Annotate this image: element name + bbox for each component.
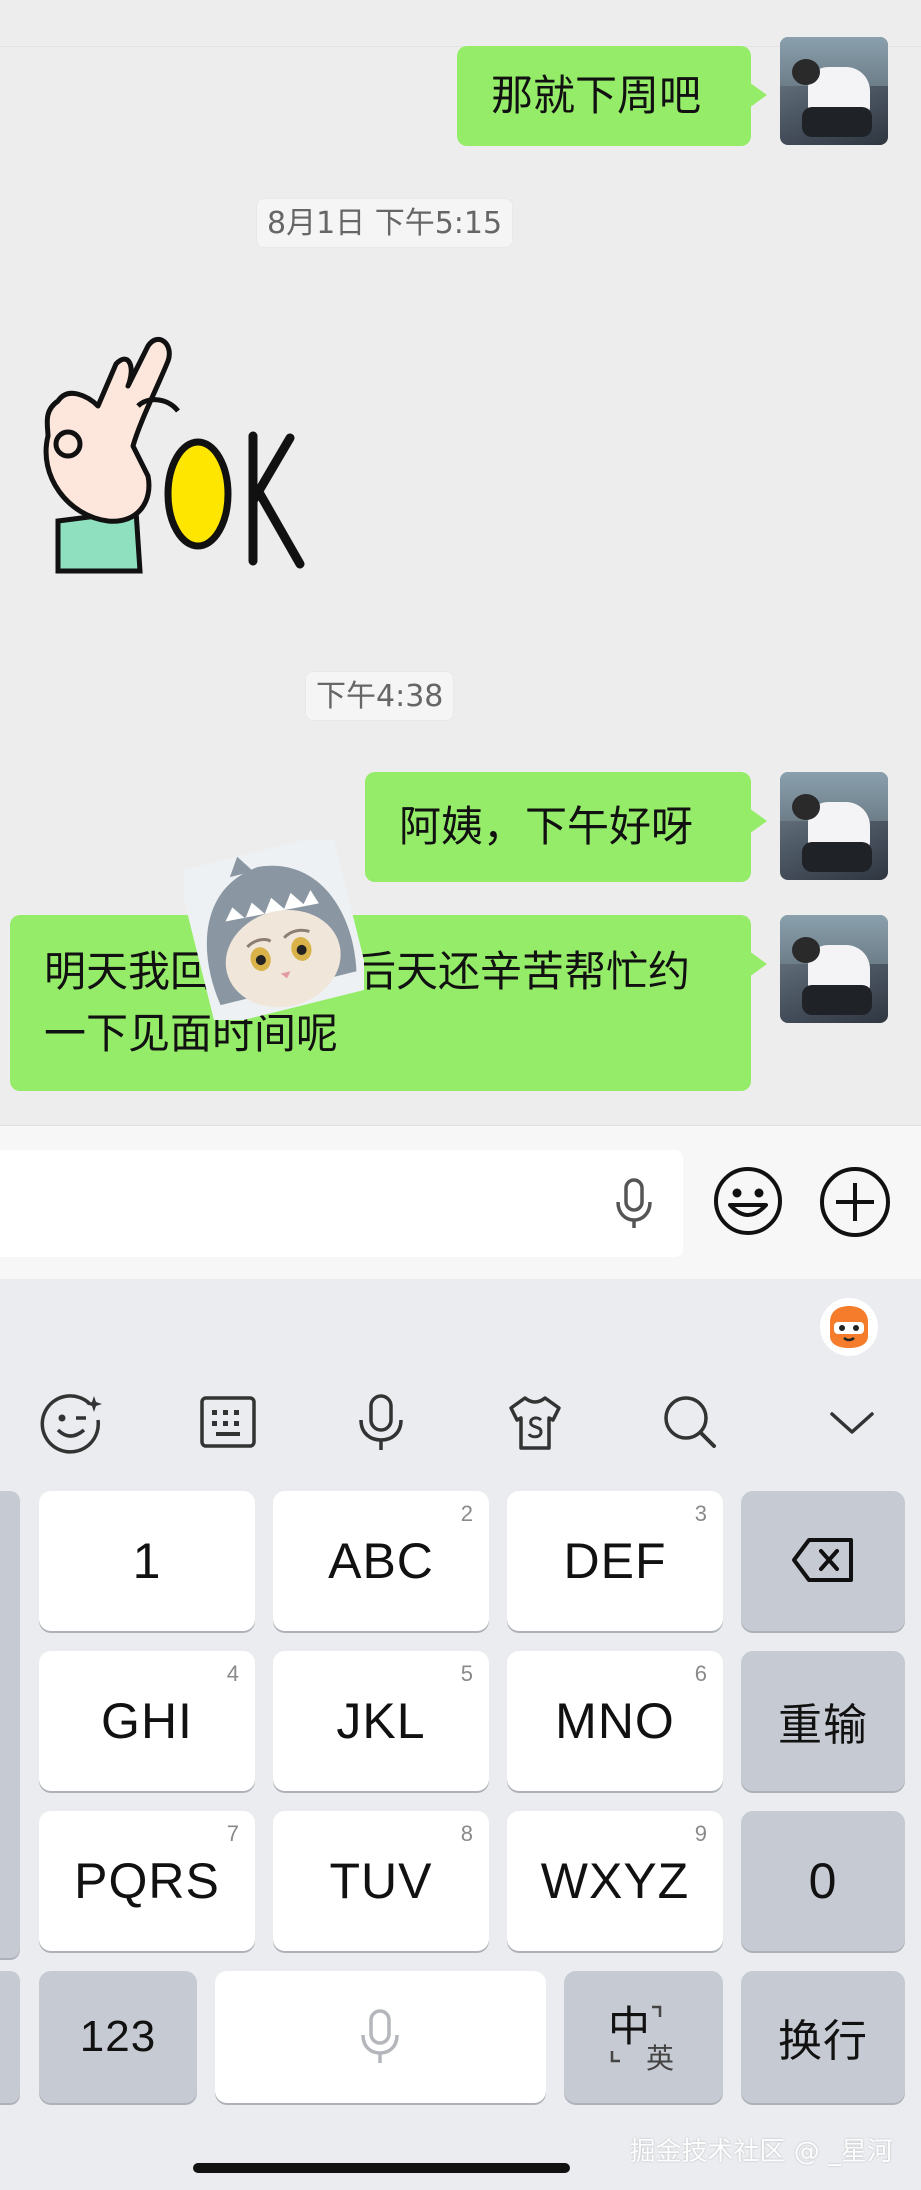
key-0[interactable]: 0 (741, 1811, 905, 1951)
emoji-icon[interactable] (712, 1165, 784, 1237)
key-9-wxyz[interactable]: WXYZ 9 (507, 1811, 723, 1951)
search-icon[interactable] (658, 1390, 722, 1454)
key-8-tuv[interactable]: TUV 8 (273, 1811, 489, 1951)
key-7-pqrs[interactable]: PQRS 7 (39, 1811, 255, 1951)
watermark: 掘金技术社区 @ _星河 (629, 2137, 893, 2167)
reset-key[interactable]: 重输 (741, 1651, 905, 1791)
message-bubble[interactable]: 那就下周吧 (457, 46, 767, 146)
numeric-123-key[interactable]: 123 (39, 1971, 197, 2103)
ime-mascot-icon[interactable] (818, 1296, 880, 1358)
emoji-wink-icon[interactable] (40, 1390, 104, 1454)
timestamp: 8月1日 下午5:15 (256, 198, 514, 248)
cat-sticker[interactable] (184, 840, 364, 1020)
chevron-down-icon[interactable] (820, 1390, 884, 1454)
timestamp: 下午4:38 (305, 671, 455, 721)
key-5-jkl[interactable]: JKL 5 (273, 1651, 489, 1791)
space-voice-key[interactable] (215, 1971, 546, 2103)
key-3-def[interactable]: DEF 3 (507, 1491, 723, 1631)
backspace-key[interactable] (741, 1491, 905, 1631)
plus-icon[interactable] (818, 1165, 892, 1239)
avatar[interactable] (780, 772, 888, 880)
skin-theme-icon[interactable] (503, 1390, 567, 1454)
avatar[interactable] (780, 915, 888, 1023)
key-4-ghi[interactable]: GHI 4 (39, 1651, 255, 1791)
bracket-icon (610, 2005, 662, 2063)
voice-input-icon[interactable] (612, 1178, 656, 1230)
language-switch-key[interactable]: 中 英 (564, 1971, 723, 2103)
side-key[interactable] (0, 1971, 20, 2103)
backspace-icon (792, 1538, 853, 1582)
message-bubble[interactable]: 阿姨，下午好呀 (365, 772, 767, 882)
message-line: 后天还辛苦帮忙约 (354, 947, 691, 996)
avatar[interactable] (780, 37, 888, 145)
microphone-icon (361, 2009, 399, 2063)
message-bubble[interactable]: 明天我回 后天还辛苦帮忙约 一下见面时间呢 (10, 915, 767, 1091)
ok-hand-sticker[interactable]: OK (28, 326, 328, 576)
side-key[interactable] (0, 1491, 20, 1958)
key-2-abc[interactable]: ABC 2 (273, 1491, 489, 1631)
key-6-mno[interactable]: MNO 6 (507, 1651, 723, 1791)
message-input[interactable] (0, 1150, 683, 1257)
return-key[interactable]: 换行 (741, 1971, 905, 2103)
microphone-icon[interactable] (349, 1390, 413, 1454)
key-1[interactable]: 1 (39, 1491, 255, 1631)
chat-area[interactable]: 那就下周吧 8月1日 下午5:15 OK 下午4:38 阿姨，下午好呀 明天我回… (0, 0, 921, 1125)
keyboard-icon[interactable] (196, 1390, 260, 1454)
home-indicator[interactable] (193, 2163, 570, 2173)
